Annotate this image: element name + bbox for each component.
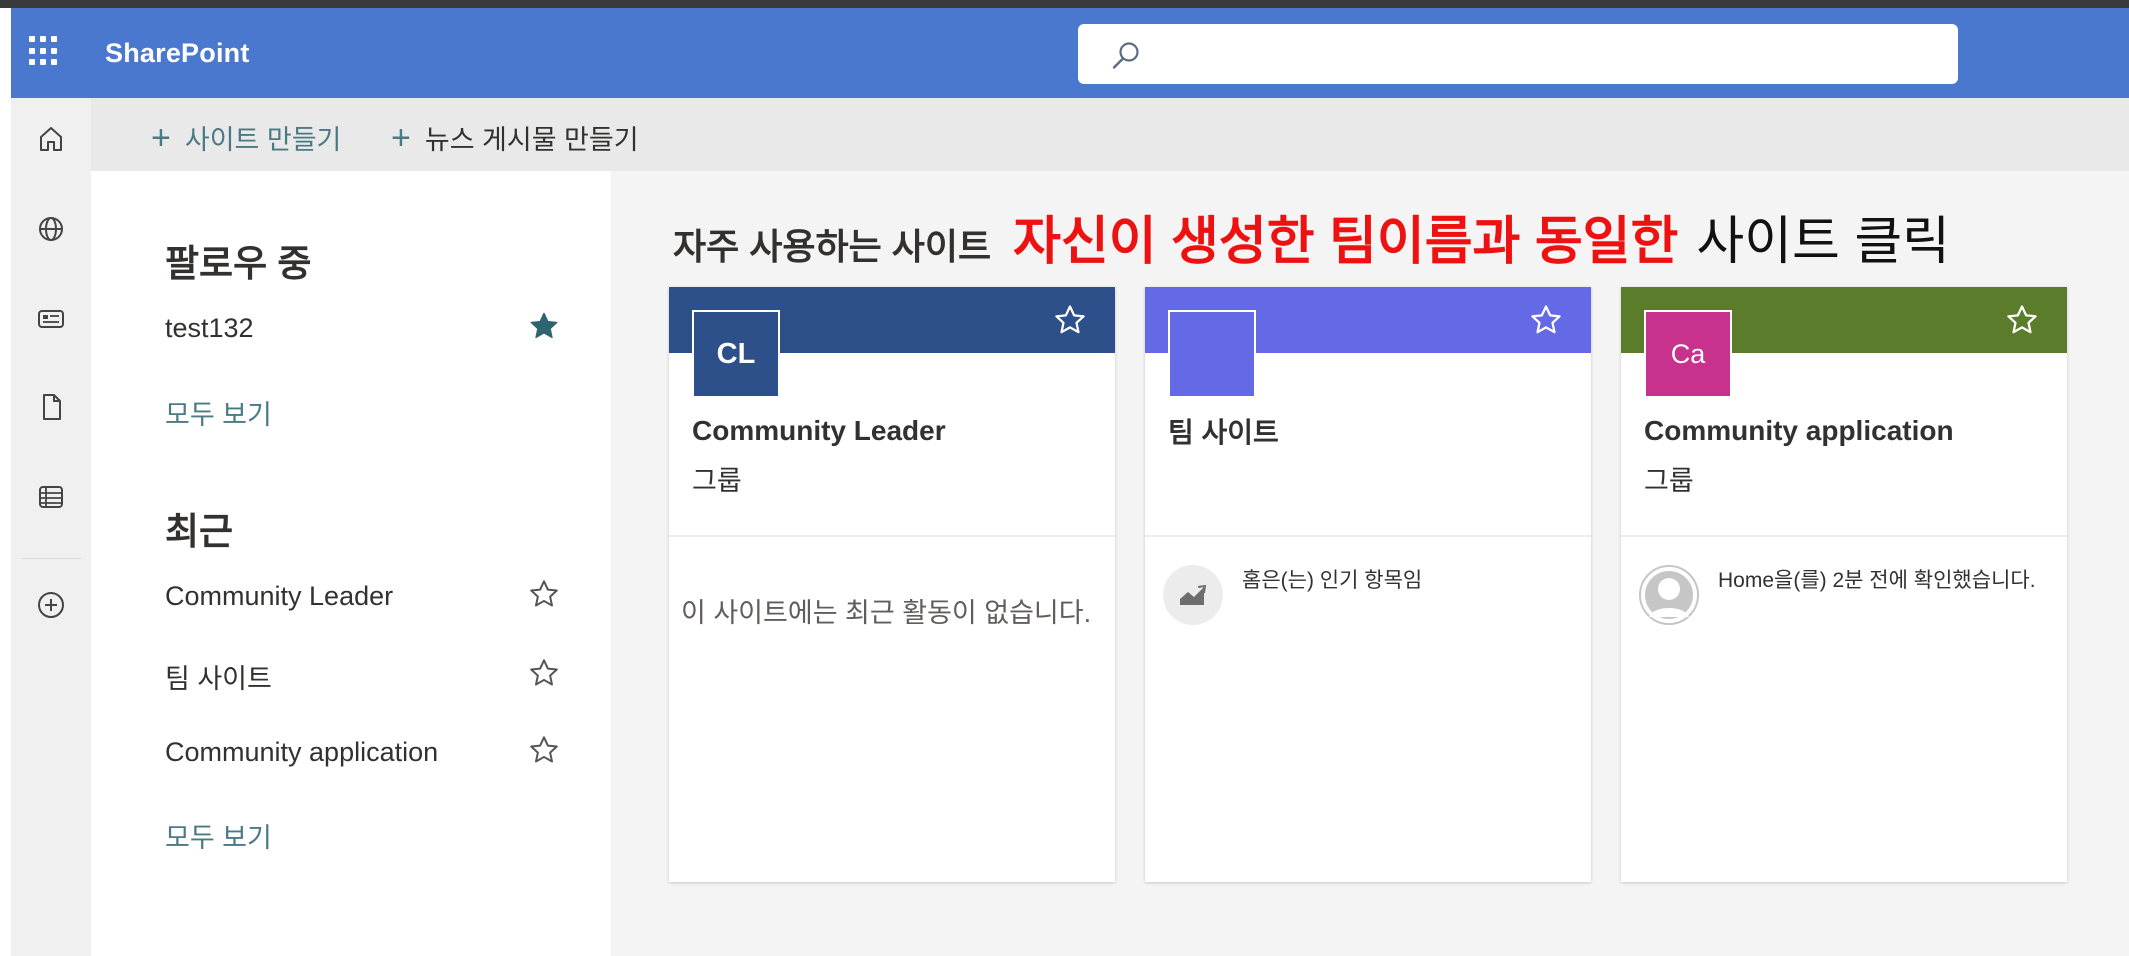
- trending-icon: [1163, 565, 1223, 625]
- site-logo: [1168, 310, 1256, 398]
- site-name: 팀 사이트: [1168, 417, 1279, 448]
- following-item[interactable]: test132: [165, 313, 254, 344]
- recent-item[interactable]: 팀 사이트: [165, 657, 272, 696]
- star-outline-icon[interactable]: [1053, 303, 1087, 342]
- card-divider: [669, 535, 1115, 537]
- recent-item[interactable]: Community application: [165, 737, 438, 768]
- star-outline-icon[interactable]: [528, 734, 560, 771]
- create-site-button[interactable]: + 사이트 만들기: [151, 118, 341, 157]
- create-news-label: 뉴스 게시물 만들기: [424, 125, 639, 155]
- app-launcher-icon[interactable]: [29, 36, 59, 66]
- person-avatar-icon: [1639, 565, 1699, 625]
- command-bar: + 사이트 만들기 + 뉴스 게시물 만들기: [91, 98, 2129, 171]
- rail-divider: [21, 558, 81, 559]
- site-logo: CL: [692, 310, 780, 398]
- recent-see-all-link[interactable]: 모두 보기: [165, 816, 272, 855]
- site-name: Community application: [1644, 415, 1954, 446]
- brand-title[interactable]: SharePoint: [105, 38, 250, 69]
- site-card-community-application[interactable]: Ca Community application 그룹 Home을(를) 2분 …: [1621, 287, 2067, 882]
- recent-title: 최근: [165, 511, 234, 552]
- news-icon[interactable]: [28, 296, 74, 342]
- activity-text: 이 사이트에는 최근 활동이 없습니다.: [681, 598, 1092, 628]
- star-outline-icon[interactable]: [528, 578, 560, 615]
- site-type: 그룹: [692, 466, 742, 496]
- annotation-black-text: 사이트 클릭: [1696, 213, 1951, 271]
- site-name: Community Leader: [692, 415, 946, 446]
- plus-icon: +: [391, 118, 411, 157]
- app-rail: [11, 98, 91, 956]
- recent-item[interactable]: Community Leader: [165, 581, 393, 612]
- star-outline-icon[interactable]: [1529, 303, 1563, 342]
- site-type: 그룹: [1644, 466, 1694, 496]
- list-icon[interactable]: [28, 474, 74, 520]
- star-filled-icon[interactable]: [528, 310, 560, 347]
- activity-text: 홈은(는) 인기 항목임: [1242, 569, 1423, 592]
- globe-icon[interactable]: [28, 206, 74, 252]
- search-box[interactable]: [1078, 24, 1958, 84]
- site-card-team-site[interactable]: 팀 사이트 홈은(는) 인기 항목임: [1145, 287, 1591, 882]
- left-panel: 팔로우 중 test132 모두 보기 최근 Community Leader …: [91, 171, 611, 956]
- add-circle-icon[interactable]: [28, 582, 74, 628]
- site-logo: Ca: [1644, 310, 1732, 398]
- suite-bar: SharePoint: [11, 8, 2129, 98]
- plus-icon: +: [151, 118, 171, 157]
- document-icon[interactable]: [28, 384, 74, 430]
- following-title: 팔로우 중: [165, 243, 312, 284]
- card-divider: [1621, 535, 2067, 537]
- site-card-community-leader[interactable]: CL Community Leader 그룹 이 사이트에는 최근 활동이 없습…: [669, 287, 1115, 882]
- page-heading: 자주 사용하는 사이트 자신이 생성한 팀이름과 동일한 사이트 클릭: [673, 199, 1950, 274]
- annotation-red-text: 자신이 생성한 팀이름과 동일한: [1013, 213, 1679, 271]
- star-outline-icon[interactable]: [2005, 303, 2039, 342]
- star-outline-icon[interactable]: [528, 657, 560, 694]
- following-see-all-link[interactable]: 모두 보기: [165, 393, 272, 432]
- search-icon: [1112, 42, 1139, 69]
- window-top-border: [0, 0, 2129, 8]
- create-site-label: 사이트 만들기: [184, 125, 342, 155]
- window-left-border: [0, 8, 11, 956]
- home-icon[interactable]: [28, 116, 74, 162]
- activity-text: Home을(를) 2분 전에 확인했습니다.: [1718, 569, 2036, 592]
- main-content: 자주 사용하는 사이트 자신이 생성한 팀이름과 동일한 사이트 클릭 CL Com…: [611, 171, 2129, 956]
- card-divider: [1145, 535, 1591, 537]
- create-news-button[interactable]: + 뉴스 게시물 만들기: [391, 118, 639, 157]
- frequent-sites-title: 자주 사용하는 사이트: [673, 226, 992, 267]
